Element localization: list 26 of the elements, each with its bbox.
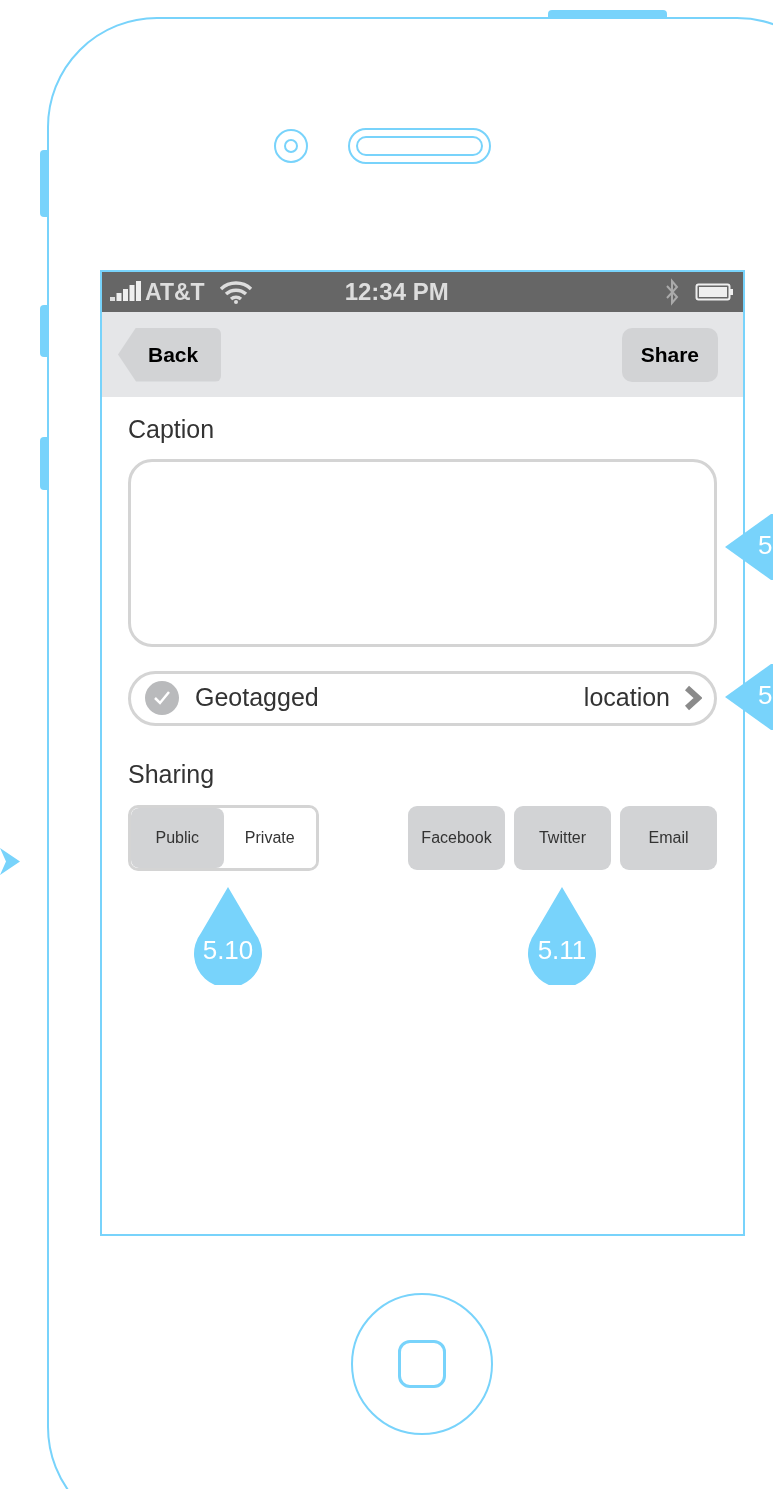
camera-icon <box>274 129 308 163</box>
geotag-row[interactable]: Geotagged location <box>128 670 717 726</box>
signal-icon <box>110 281 142 303</box>
bluetooth-icon <box>665 278 679 306</box>
callout-label: 5 <box>758 680 773 710</box>
sharing-label: Sharing <box>128 758 216 790</box>
home-button[interactable] <box>351 1293 493 1435</box>
clock-time: 12:34 PM <box>344 277 449 307</box>
carrier-name: AT&T <box>145 277 205 307</box>
share-service-button[interactable]: Email <box>620 806 717 870</box>
arrow-icon <box>0 848 20 875</box>
callout-label: 5 <box>758 530 773 560</box>
wifi-icon <box>218 280 253 304</box>
callout-label: 5.11 <box>536 935 588 965</box>
speaker-icon <box>348 128 491 164</box>
share-button[interactable]: Share <box>621 327 718 382</box>
battery-icon <box>695 282 735 302</box>
privacy-option[interactable]: Public <box>131 808 224 868</box>
callout-label: 5.10 <box>201 935 255 965</box>
chevron-icon <box>684 685 702 711</box>
share-service-button[interactable]: Facebook <box>408 806 505 870</box>
back-button[interactable]: Back <box>118 327 221 382</box>
square-icon <box>398 1340 446 1388</box>
share-service-button[interactable]: Twitter <box>514 806 611 870</box>
caption-field[interactable] <box>128 458 717 647</box>
caption-label: Caption <box>128 414 216 445</box>
